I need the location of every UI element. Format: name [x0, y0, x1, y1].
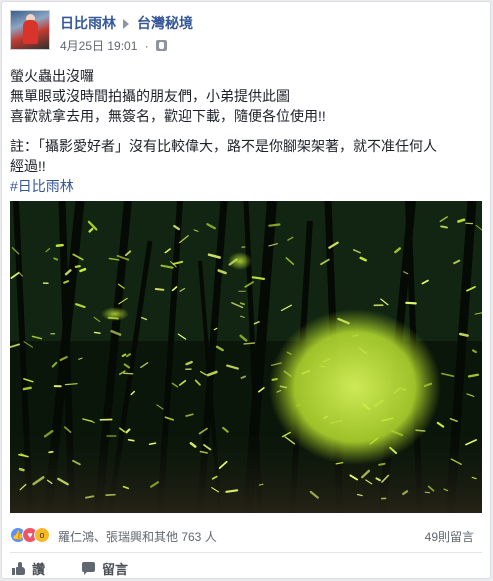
- firefly-trail: [458, 332, 469, 337]
- note-line: 註：「攝影愛好者」沒有比較偉大，路不是你腳架架著，就不准任何人: [10, 138, 437, 154]
- thumbs-up-icon: [12, 561, 25, 575]
- firefly-trail: [467, 373, 480, 378]
- firefly-trail: [22, 386, 32, 391]
- post-date[interactable]: 4月25日: [60, 39, 104, 53]
- like-button[interactable]: 讚: [12, 558, 45, 578]
- firefly-trail: [53, 257, 59, 261]
- comment-label: 留言: [102, 561, 129, 577]
- firefly-photo-illustration: [10, 201, 482, 513]
- note-line: 經過!!: [10, 158, 46, 174]
- firefly-trail: [457, 218, 466, 223]
- firefly-trail: [79, 267, 87, 273]
- firefly-trail: [93, 331, 101, 334]
- reaction-bar: 👍 ♥ o 羅仁鴻、張瑞興和其他 763 人 49則留言: [10, 523, 482, 547]
- firefly-trail: [85, 495, 95, 499]
- action-bar: 讚 留言: [10, 558, 482, 578]
- firefly-trail: [55, 243, 64, 247]
- group-name[interactable]: 台灣秘境: [137, 15, 193, 31]
- post-meta: 4月25日 19:01 ·: [60, 37, 168, 54]
- firefly-trail: [424, 491, 431, 494]
- firefly-trail: [63, 280, 69, 284]
- firefly-trail: [239, 302, 245, 306]
- body-line: 螢火蟲出沒囉: [10, 68, 94, 84]
- shared-to-arrow-icon: [123, 18, 129, 29]
- author-line: 日比雨林 台灣秘境: [60, 13, 193, 33]
- firefly-trail: [225, 489, 239, 493]
- firefly-trail: [405, 301, 417, 305]
- reaction-names[interactable]: 羅仁鴻、張瑞興和其他 763 人: [58, 528, 217, 545]
- body-line: 喜歡就拿去用，無簽名，歡迎下載，隨便各位使用!!: [10, 108, 326, 124]
- post-time[interactable]: 19:01: [107, 39, 137, 53]
- comment-bubble-icon: [82, 561, 95, 575]
- divider: [10, 552, 482, 553]
- reaction-icons[interactable]: 👍 ♥ o: [10, 527, 58, 543]
- firefly-trail: [48, 450, 54, 454]
- comment-button[interactable]: 留言: [82, 558, 128, 578]
- avatar-figure: [23, 20, 38, 44]
- meta-separator: ·: [144, 39, 149, 53]
- firefly-trail: [378, 462, 386, 466]
- comment-count[interactable]: 49則留言: [425, 528, 474, 545]
- author-name[interactable]: 日比雨林: [60, 15, 116, 31]
- firefly-trail: [122, 372, 134, 375]
- post-body: 螢火蟲出沒囉 無單眼或沒時間拍攝的朋友們，小弟提供此圖 喜歡就拿去用，無簽名，歡…: [10, 66, 485, 196]
- post-photo[interactable]: [10, 201, 482, 513]
- firefly-trail: [154, 288, 165, 291]
- post-header: 日比雨林 台灣秘境 4月25日 19:01 ·: [10, 10, 480, 58]
- avatar[interactable]: [10, 10, 50, 50]
- bokeh-firefly-orb: [269, 309, 441, 465]
- post-card: 日比雨林 台灣秘境 4月25日 19:01 · 螢火蟲出沒囉 無單眼或沒時間拍攝的…: [1, 1, 491, 579]
- like-label: 讚: [32, 561, 46, 577]
- firefly-trail: [74, 265, 81, 268]
- body-line: 無單眼或沒時間拍攝的朋友們，小弟提供此圖: [10, 88, 290, 104]
- group-audience-icon[interactable]: [156, 40, 168, 51]
- firefly-trail: [243, 342, 256, 345]
- wow-reaction-icon: o: [34, 527, 50, 543]
- firefly-trail: [18, 467, 25, 472]
- blurred-firefly: [101, 307, 129, 321]
- firefly-trail: [472, 349, 477, 354]
- firefly-trail: [268, 223, 281, 227]
- blurred-firefly: [228, 252, 252, 270]
- firefly-trail: [440, 225, 448, 229]
- firefly-trail: [127, 438, 135, 442]
- firefly-trail: [121, 353, 127, 357]
- hashtag-link[interactable]: #日比雨林: [10, 176, 485, 196]
